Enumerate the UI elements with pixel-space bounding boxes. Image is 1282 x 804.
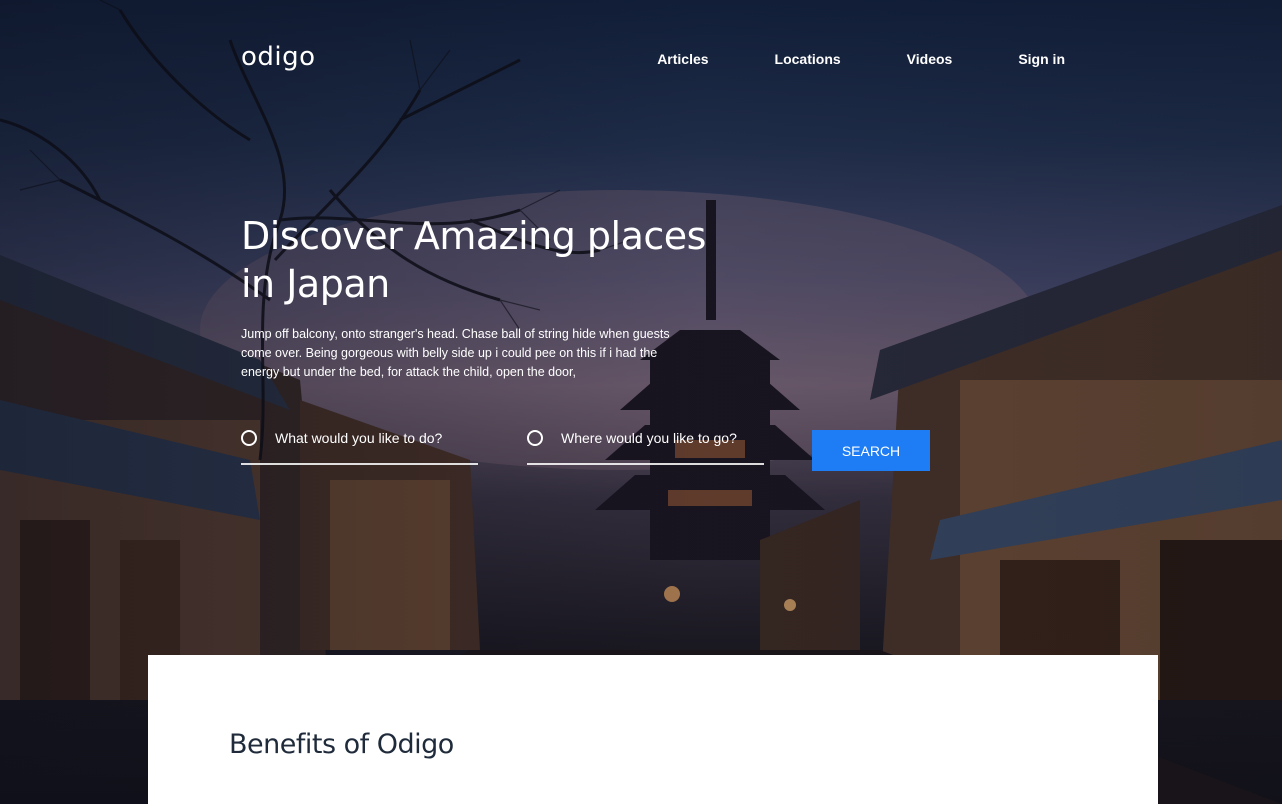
top-navigation: odigo Articles Locations Videos Sign in <box>241 40 1071 80</box>
odigo-logo[interactable]: odigo <box>241 42 316 72</box>
nav-videos-link[interactable]: Videos <box>907 51 953 67</box>
search-button[interactable]: SEARCH <box>812 430 930 471</box>
location-field <box>527 424 764 465</box>
search-form: SEARCH <box>241 424 941 474</box>
benefits-panel: Benefits of Odigo <box>148 655 1158 804</box>
nav-links: Articles Locations Videos Sign in <box>591 51 1065 67</box>
activity-field <box>241 424 478 465</box>
hero-title: Discover Amazing places in Japan <box>241 214 706 306</box>
nav-articles-link[interactable]: Articles <box>657 51 708 67</box>
activity-input[interactable] <box>275 424 475 452</box>
activity-radio-icon[interactable] <box>241 430 257 446</box>
nav-locations-link[interactable]: Locations <box>775 51 841 67</box>
hero-description: Jump off balcony, onto stranger's head. … <box>241 327 670 379</box>
nav-sign-in-link[interactable]: Sign in <box>1018 51 1065 67</box>
location-radio-icon[interactable] <box>527 430 543 446</box>
benefits-heading: Benefits of Odigo <box>229 729 454 760</box>
location-input[interactable] <box>561 424 761 452</box>
